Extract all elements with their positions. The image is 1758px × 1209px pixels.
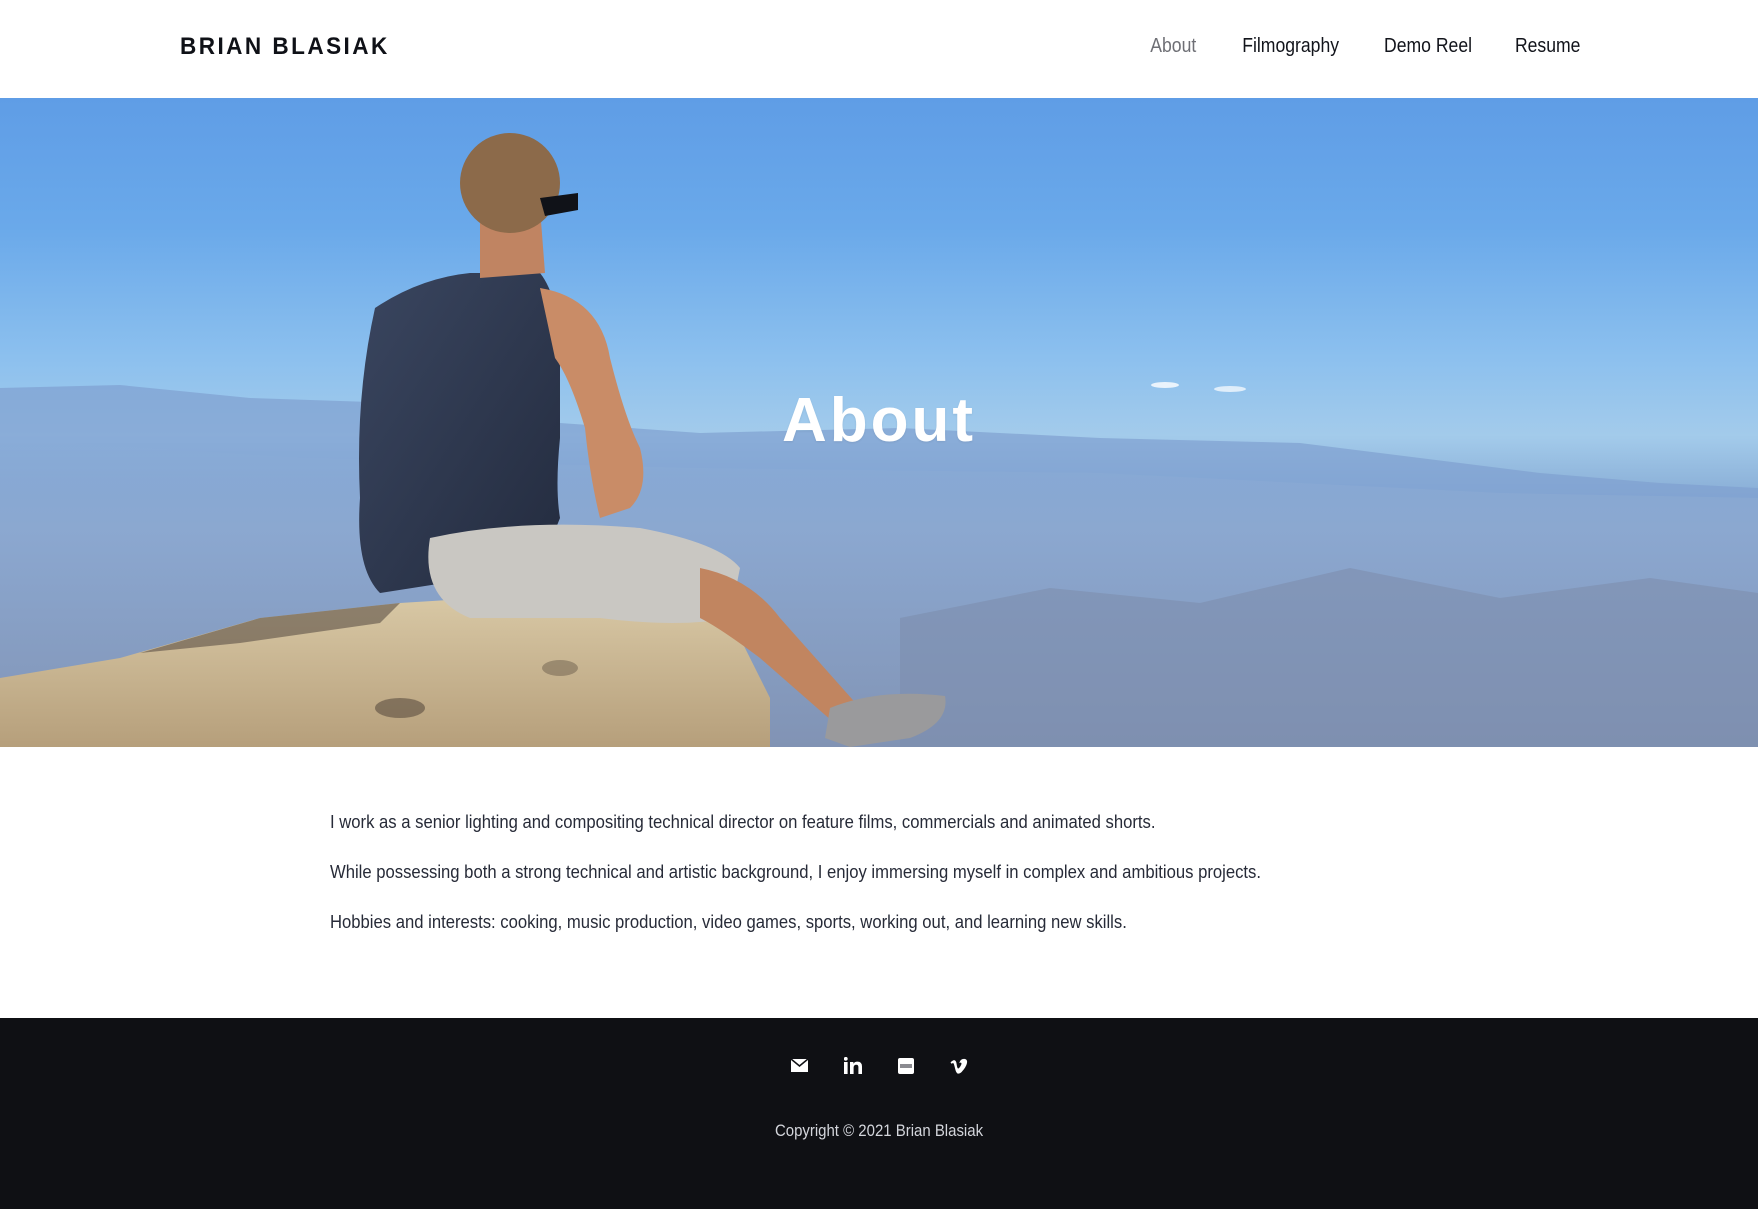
site-footer: Copyright © 2021 Brian Blasiak	[0, 1018, 1758, 1209]
page-title: About	[781, 386, 977, 455]
hero-banner: About	[0, 98, 1758, 747]
about-content: I work as a senior lighting and composit…	[330, 810, 1430, 960]
nav-item-about[interactable]: About	[1150, 35, 1196, 58]
nav-item-resume[interactable]: Resume	[1514, 35, 1580, 58]
imdb-icon[interactable]	[894, 1054, 917, 1077]
social-links	[0, 1054, 1758, 1077]
about-paragraph: While possessing both a strong technical…	[330, 861, 1261, 882]
site-header: BRIAN BLASIAK About Filmography Demo Ree…	[0, 0, 1758, 98]
about-paragraph: Hobbies and interests: cooking, music pr…	[330, 911, 1127, 932]
main-nav: About Filmography Demo Reel Resume	[1111, 35, 1580, 58]
about-paragraph: I work as a senior lighting and composit…	[330, 811, 1156, 832]
vimeo-icon[interactable]	[947, 1054, 970, 1077]
copyright-text: Copyright © 2021 Brian Blasiak	[774, 1121, 984, 1140]
nav-item-filmography[interactable]: Filmography	[1243, 35, 1340, 58]
mail-icon[interactable]	[788, 1054, 811, 1077]
linkedin-icon[interactable]	[841, 1054, 864, 1077]
site-logo[interactable]: BRIAN BLASIAK	[180, 33, 390, 61]
nav-item-demo-reel[interactable]: Demo Reel	[1384, 35, 1472, 58]
